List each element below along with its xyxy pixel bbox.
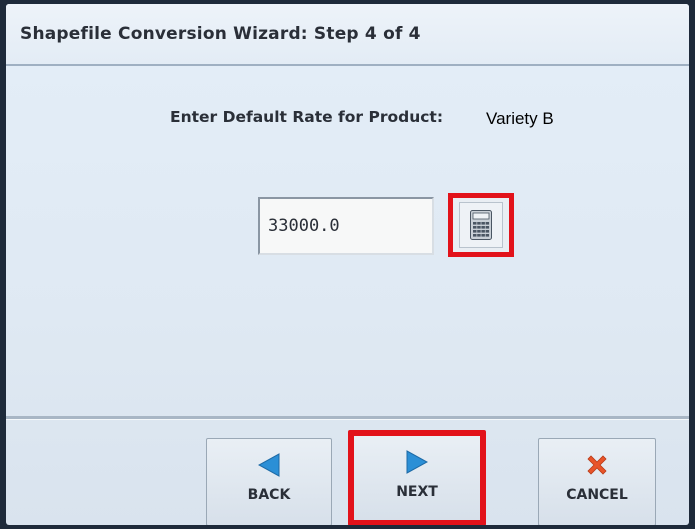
back-button[interactable]: BACK [206, 438, 332, 525]
calculator-icon [470, 210, 492, 240]
back-button-label: BACK [247, 487, 291, 503]
button-bar-divider [6, 416, 689, 420]
next-button-label: NEXT [396, 484, 438, 500]
left-arrow-icon [258, 453, 280, 477]
calculator-button[interactable] [448, 193, 514, 257]
right-arrow-icon [406, 450, 428, 474]
product-name: Variety B [486, 109, 554, 128]
next-button[interactable]: NEXT [348, 430, 486, 525]
x-icon [587, 455, 607, 475]
prompt-label: Enter Default Rate for Product: [170, 108, 444, 126]
window-title: Shapefile Conversion Wizard: Step 4 of 4 [20, 24, 421, 44]
title-bar: Shapefile Conversion Wizard: Step 4 of 4 [6, 4, 689, 66]
wizard-screen: Shapefile Conversion Wizard: Step 4 of 4… [6, 4, 689, 525]
default-rate-input[interactable]: 33000.0 [258, 197, 434, 255]
cancel-button-label: CANCEL [566, 487, 628, 503]
cancel-button[interactable]: CANCEL [538, 438, 656, 525]
calculator-icon-frame [459, 202, 503, 248]
